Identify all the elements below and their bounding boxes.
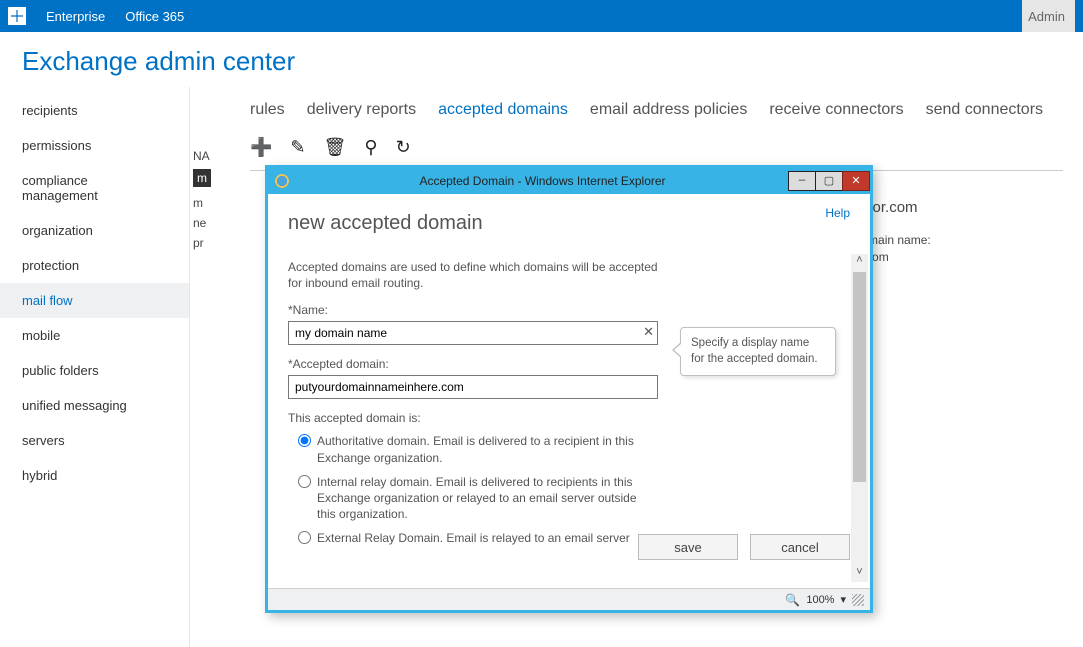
radio-authoritative-text: Authoritative domain. Email is delivered… bbox=[317, 433, 648, 465]
leftnav-organization[interactable]: organization bbox=[0, 213, 189, 248]
name-tooltip: Specify a display name for the accepted … bbox=[680, 327, 836, 376]
leftnav-compliance[interactable]: compliance management bbox=[0, 163, 189, 213]
refresh-icon[interactable]: ↻ bbox=[396, 137, 411, 158]
dialog-statusbar: 🔍 100% ▾ bbox=[268, 588, 870, 610]
radio-external-relay[interactable]: External Relay Domain. Email is relayed … bbox=[288, 530, 648, 546]
tab-receive-connectors[interactable]: receive connectors bbox=[769, 101, 903, 119]
name-input[interactable] bbox=[288, 321, 658, 345]
maximize-button[interactable]: ▢ bbox=[815, 171, 843, 191]
topbar-enterprise[interactable]: Enterprise bbox=[46, 9, 105, 24]
topbar-admin[interactable]: Admin bbox=[1022, 0, 1075, 32]
name-label: *Name: bbox=[288, 303, 850, 317]
scroll-up-icon[interactable]: ˄ bbox=[851, 254, 868, 270]
resize-grip-icon[interactable] bbox=[852, 594, 864, 606]
toolbar: ➕ ✎ 🗑 ⚲ ↻ bbox=[250, 137, 1083, 164]
tab-accepted-domains[interactable]: accepted domains bbox=[438, 101, 568, 119]
list-row[interactable]: m bbox=[193, 193, 211, 213]
ie-icon bbox=[274, 173, 290, 189]
domain-type-label: This accepted domain is: bbox=[288, 411, 850, 425]
leftnav-recipients[interactable]: recipients bbox=[0, 93, 189, 128]
leftnav-permissions[interactable]: permissions bbox=[0, 128, 189, 163]
topbar: Enterprise Office 365 Admin bbox=[0, 0, 1083, 32]
list-partial: NA m m ne pr bbox=[193, 145, 211, 253]
radio-internal-relay[interactable]: Internal relay domain. Email is delivere… bbox=[288, 474, 648, 523]
dialog-titlebar[interactable]: Accepted Domain - Windows Internet Explo… bbox=[268, 168, 870, 194]
cancel-button[interactable]: cancel bbox=[750, 534, 850, 560]
dialog-scrollbar[interactable]: ˄ ˅ bbox=[851, 254, 868, 582]
leftnav-protection[interactable]: protection bbox=[0, 248, 189, 283]
radio-internal-relay-text: Internal relay domain. Email is delivere… bbox=[317, 474, 648, 523]
radio-authoritative[interactable]: Authoritative domain. Email is delivered… bbox=[288, 433, 648, 465]
zoom-icon[interactable]: 🔍 bbox=[785, 593, 800, 607]
leftnav-unifiedmsg[interactable]: unified messaging bbox=[0, 388, 189, 423]
page-title: Exchange admin center bbox=[0, 32, 1083, 87]
list-row-selected[interactable]: m bbox=[193, 169, 211, 187]
plus-icon[interactable]: ➕ bbox=[250, 137, 272, 158]
radio-external-relay-input[interactable] bbox=[298, 531, 311, 544]
tab-rules[interactable]: rules bbox=[250, 101, 285, 119]
save-button[interactable]: save bbox=[638, 534, 738, 560]
leftnav-mailflow[interactable]: mail flow bbox=[0, 283, 189, 318]
dialog-body: Help new accepted domain Accepted domain… bbox=[268, 194, 870, 588]
leftnav-servers[interactable]: servers bbox=[0, 423, 189, 458]
list-row[interactable]: ne bbox=[193, 213, 211, 233]
left-nav: recipients permissions compliance manage… bbox=[0, 87, 190, 647]
tab-send-connectors[interactable]: send connectors bbox=[926, 101, 1043, 119]
topbar-office365[interactable]: Office 365 bbox=[125, 9, 184, 24]
pencil-icon[interactable]: ✎ bbox=[290, 137, 305, 158]
dialog-heading: new accepted domain bbox=[288, 212, 850, 235]
zoom-dropdown-icon[interactable]: ▾ bbox=[840, 593, 846, 606]
clear-input-icon[interactable]: ✕ bbox=[643, 324, 654, 340]
leftnav-publicfolders[interactable]: public folders bbox=[0, 353, 189, 388]
list-row[interactable]: pr bbox=[193, 233, 211, 253]
zoom-level[interactable]: 100% bbox=[806, 594, 834, 606]
leftnav-mobile[interactable]: mobile bbox=[0, 318, 189, 353]
office-logo-icon bbox=[8, 7, 26, 25]
radio-internal-relay-input[interactable] bbox=[298, 475, 311, 488]
domain-input[interactable] bbox=[288, 375, 658, 399]
accepted-domain-dialog: Accepted Domain - Windows Internet Explo… bbox=[265, 165, 873, 613]
tab-delivery-reports[interactable]: delivery reports bbox=[307, 101, 416, 119]
dialog-intro: Accepted domains are used to define whic… bbox=[288, 259, 658, 291]
minimize-button[interactable]: — bbox=[788, 171, 816, 191]
search-icon[interactable]: ⚲ bbox=[364, 137, 377, 158]
scroll-down-icon[interactable]: ˅ bbox=[851, 566, 868, 582]
leftnav-hybrid[interactable]: hybrid bbox=[0, 458, 189, 493]
radio-authoritative-input[interactable] bbox=[298, 434, 311, 447]
dialog-title: Accepted Domain - Windows Internet Explo… bbox=[296, 174, 789, 188]
close-button[interactable]: ✕ bbox=[842, 171, 870, 191]
trash-icon[interactable]: 🗑 bbox=[324, 137, 347, 158]
list-header: NA bbox=[193, 145, 211, 169]
radio-external-relay-text: External Relay Domain. Email is relayed … bbox=[317, 530, 630, 546]
help-link[interactable]: Help bbox=[825, 206, 850, 220]
scroll-thumb[interactable] bbox=[853, 272, 866, 482]
tab-email-address-policies[interactable]: email address policies bbox=[590, 101, 747, 119]
tabs: rules delivery reports accepted domains … bbox=[250, 87, 1083, 137]
